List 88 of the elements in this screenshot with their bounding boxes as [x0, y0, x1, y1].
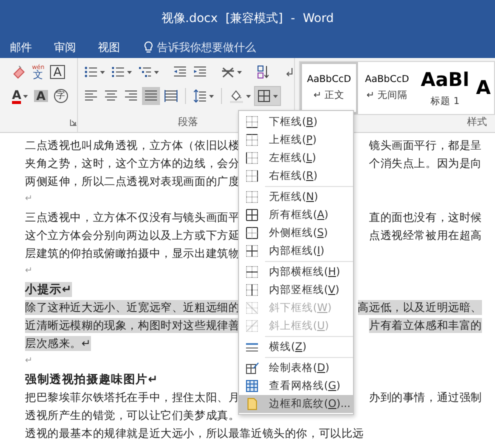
- text-line: 个消失点上。因为是向: [369, 156, 482, 170]
- heading-text: 小提示↵: [25, 282, 72, 296]
- enclose-characters-button[interactable]: 字: [52, 87, 70, 105]
- crossed-lines-icon: [221, 65, 235, 79]
- paragraph-mark: ↵: [25, 194, 33, 204]
- caret-icon: [23, 94, 28, 98]
- menu-item[interactable]: 内部横框线(H): [239, 263, 353, 281]
- all-borders-icon: [245, 208, 259, 222]
- menu-item[interactable]: 上框线(P): [239, 131, 353, 149]
- caret-icon: [273, 94, 278, 98]
- menu-item[interactable]: 绘制表格(D): [239, 359, 353, 377]
- menu-item[interactable]: 内部竖框线(V): [239, 281, 353, 299]
- caret-icon: [127, 70, 132, 74]
- line-spacing-button[interactable]: [191, 87, 216, 105]
- justify-button[interactable]: [142, 87, 160, 105]
- caret-icon: [100, 70, 105, 74]
- all-borders-icon: [257, 89, 271, 103]
- increase-indent-icon: [193, 65, 207, 79]
- decrease-indent-icon: [173, 65, 187, 79]
- alignment-icon: [144, 89, 158, 103]
- inside-borders-icon: [245, 244, 259, 258]
- text-line: 点透视经常被用在超高: [369, 228, 482, 242]
- ribbon-tab[interactable]: 视图: [98, 40, 120, 54]
- character-shading-button[interactable]: A: [32, 87, 50, 105]
- distributed-button[interactable]: [162, 87, 180, 105]
- alignment-icon: [104, 89, 118, 103]
- menu-item[interactable]: 横线(Z): [239, 338, 353, 356]
- alignment-icon: [124, 89, 138, 103]
- menu-item[interactable]: 所有框线(A): [239, 206, 353, 224]
- alignment-icon: [84, 89, 98, 103]
- text-line: 这个立方体会分别向两边以及上方或下方延: [25, 228, 240, 242]
- caret-icon: [237, 70, 242, 74]
- ribbon-tab[interactable]: 邮件: [10, 40, 32, 54]
- menu-item[interactable]: 外侧框线(S): [239, 224, 353, 242]
- menu-item[interactable]: 右框线(R): [239, 167, 353, 185]
- tell-me-field[interactable]: 告诉我你想要做什么: [157, 40, 277, 54]
- paragraph-mark: ↵: [25, 266, 33, 276]
- grid-icon: [245, 379, 259, 393]
- text-line: 透视所产生的错觉，可以让它们美梦成真。: [25, 408, 240, 422]
- text-line: 把巴黎埃菲尔铁塔托在手中，捏住太阳、月: [25, 390, 240, 404]
- character-border-button[interactable]: A: [48, 63, 67, 81]
- menu-item[interactable]: 下框线(B): [239, 113, 353, 131]
- top-border-icon: [245, 133, 259, 147]
- text-line: 夹角之势，这时，这个立方体的边线，会分: [25, 156, 240, 170]
- ribbon-tab[interactable]: 审阅: [54, 40, 76, 54]
- menu-item[interactable]: 左框线(L): [239, 149, 353, 167]
- outside-borders-icon: [245, 226, 259, 240]
- group-label: 样式: [467, 117, 487, 128]
- heading-text: 强制透视拍摄趣味图片↵: [25, 372, 158, 386]
- line-spacing-icon: [193, 89, 207, 103]
- bottom-border-icon: [245, 115, 259, 129]
- right-border-icon: [245, 169, 259, 183]
- menu-item[interactable]: 无框线(N): [239, 188, 353, 206]
- font-color-button[interactable]: A: [10, 87, 30, 105]
- borders-button[interactable]: [255, 87, 280, 105]
- multilevel-list-icon: [138, 65, 152, 79]
- left-border-icon: [245, 151, 259, 165]
- text-line: 两侧延伸，所以二点透视对表现画面的广度: [25, 174, 240, 188]
- style-option[interactable]: AaBbCcD ↵ 正文: [300, 62, 358, 114]
- lightbulb-icon: [144, 41, 153, 53]
- inside-vertical-border-icon: [245, 283, 259, 297]
- text-line: 二点透视也叫成角透视，立方体（依旧以楼: [25, 138, 240, 152]
- caret-icon: [154, 70, 159, 74]
- caret-icon: [246, 94, 251, 98]
- sort-icon: [256, 65, 270, 79]
- diagonal-up-border-icon: [245, 319, 259, 333]
- menu-item[interactable]: 内部框线(I): [239, 242, 353, 260]
- paragraph-mark: ↵: [25, 356, 33, 366]
- caret-icon: [209, 94, 214, 98]
- diagonal-down-border-icon: [245, 301, 259, 315]
- text-line: 镜头画面平行，都是呈: [369, 138, 482, 152]
- bullet-list-icon: [84, 65, 98, 79]
- menu-item[interactable]: 查看网格线(G): [239, 377, 353, 395]
- alignment-icon: [164, 89, 178, 103]
- pencil-table-icon: [245, 361, 259, 375]
- text-line: 透视的最基本的规律就是近大远小，所以最靠近镜头的你，可以比远: [25, 426, 364, 440]
- page-icon: [245, 397, 259, 411]
- text-line: 直的面也没有，这时候: [369, 210, 482, 224]
- text-line: 办到的事情，通过强制: [369, 390, 482, 404]
- inside-horizontal-border-icon: [245, 265, 259, 279]
- no-border-icon: [245, 190, 259, 204]
- eraser-icon: [12, 65, 26, 79]
- window-title: 视像.docx [兼容模式] - Word: [161, 10, 334, 26]
- paint-bucket-icon: [229, 89, 244, 103]
- dialog-launcher-icon[interactable]: [70, 119, 77, 126]
- group-label: 段落: [178, 117, 198, 128]
- menu-item[interactable]: 边框和底纹(O)...: [239, 395, 353, 413]
- numbered-list-icon: [111, 65, 125, 79]
